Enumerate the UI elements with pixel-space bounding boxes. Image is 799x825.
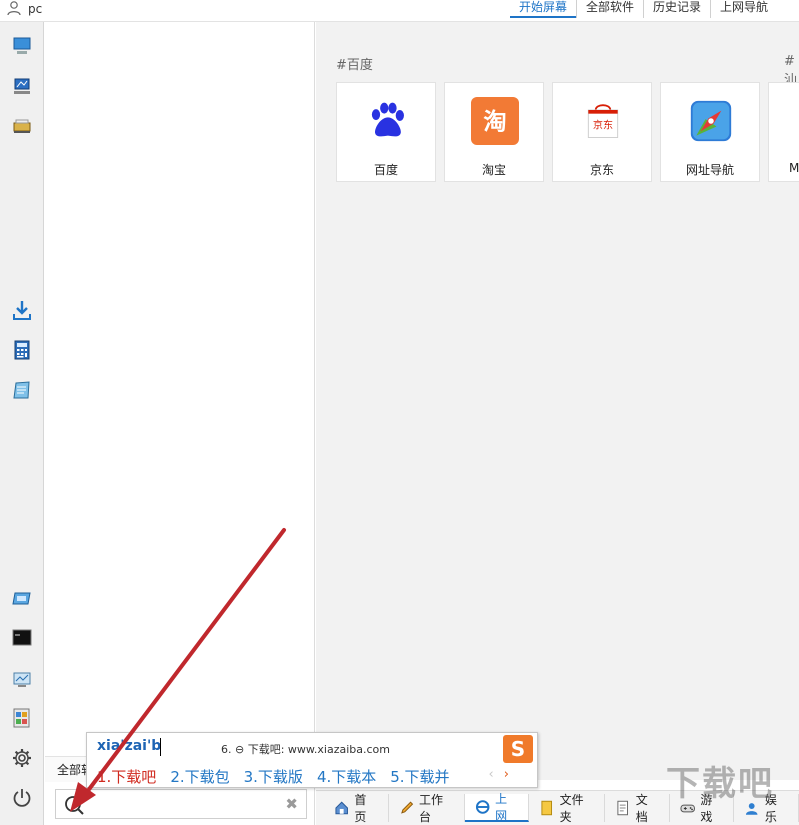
user-icon bbox=[6, 0, 22, 19]
top-bar: pc 开始屏幕 全部软件 历史记录 上网导航 bbox=[0, 0, 799, 22]
clear-search-icon[interactable]: ✖ bbox=[285, 795, 298, 813]
ime-extra-candidate[interactable]: 6. ⊖ 下载吧: www.xiazaiba.com bbox=[221, 741, 390, 757]
folder-icon bbox=[541, 800, 553, 816]
document-icon bbox=[617, 800, 629, 816]
terminal-icon[interactable] bbox=[10, 626, 34, 650]
taobao-icon: 淘 bbox=[471, 97, 519, 145]
sogou-logo-icon: S bbox=[503, 735, 533, 763]
tab-home[interactable]: 首页 bbox=[324, 793, 389, 824]
ime-prev-page-icon[interactable]: ‹ bbox=[488, 767, 493, 782]
network-computer-icon[interactable] bbox=[10, 74, 34, 98]
ime-caret bbox=[160, 738, 161, 756]
baidu-paw-icon bbox=[363, 97, 411, 145]
power-icon[interactable] bbox=[10, 786, 34, 810]
ime-candidate-window: xia'zai'b 6. ⊖ 下载吧: www.xiazaiba.com S 1… bbox=[86, 732, 538, 788]
tile-label: M bbox=[789, 161, 799, 175]
search-input[interactable] bbox=[90, 794, 280, 814]
tab-label: 文档 bbox=[635, 793, 648, 824]
display-icon[interactable] bbox=[10, 586, 34, 610]
tab-workbench[interactable]: 工作台 bbox=[389, 793, 465, 824]
ime-candidate[interactable]: 2.下载包 bbox=[170, 766, 229, 787]
start-screen: #百度 #汕 百度 淘 淘宝 京东 京东 网址导航 M bbox=[316, 22, 799, 780]
svg-text:京东: 京东 bbox=[593, 118, 613, 131]
ime-next-page-icon[interactable]: › bbox=[504, 767, 509, 782]
search-icon bbox=[65, 796, 84, 815]
tab-start-screen[interactable]: 开始屏幕 bbox=[509, 0, 576, 18]
computer-icon[interactable] bbox=[10, 34, 34, 58]
tab-label: 上网 bbox=[495, 792, 508, 823]
tab-all-software[interactable]: 全部软件 bbox=[575, 0, 643, 18]
compass-icon bbox=[687, 97, 735, 145]
tile-taobao[interactable]: 淘 淘宝 bbox=[444, 82, 544, 182]
gear-icon[interactable] bbox=[10, 746, 34, 770]
ime-candidate[interactable]: 4.下载本 bbox=[317, 766, 376, 787]
tile-partial[interactable]: M bbox=[768, 82, 799, 182]
software-list-panel: 全部软 ✖ bbox=[45, 22, 315, 825]
user-account[interactable]: pc bbox=[6, 0, 42, 18]
tile-label: 京东 bbox=[589, 163, 614, 177]
tab-documents[interactable]: 文档 bbox=[605, 793, 670, 824]
tile-baidu[interactable]: 百度 bbox=[336, 82, 436, 182]
tab-label: 首页 bbox=[354, 793, 367, 824]
scanner-icon[interactable] bbox=[10, 114, 34, 138]
user-name: pc bbox=[28, 2, 43, 16]
tab-history[interactable]: 历史记录 bbox=[642, 0, 710, 18]
ie-icon bbox=[475, 800, 490, 814]
jd-bag-icon: 京东 bbox=[579, 97, 627, 145]
home-icon bbox=[335, 801, 348, 815]
watermark-logo: 下载吧 bbox=[666, 764, 774, 804]
search-box[interactable]: ✖ bbox=[55, 789, 307, 819]
tab-web-navigation[interactable]: 上网导航 bbox=[709, 0, 777, 18]
notepad-icon[interactable] bbox=[10, 378, 34, 402]
ime-candidate-list: 1.下载吧 2.下载包 3.下载版 4.下载本 5.下载并 bbox=[97, 766, 450, 787]
calculator-icon[interactable] bbox=[10, 338, 34, 362]
tile-jd[interactable]: 京东 京东 bbox=[552, 82, 652, 182]
tab-folder[interactable]: 文件夹 bbox=[529, 793, 606, 824]
tile-label: 网址导航 bbox=[685, 163, 734, 177]
tab-label: 文件夹 bbox=[559, 793, 584, 824]
tab-internet[interactable]: 上网 bbox=[464, 792, 530, 823]
ime-candidate[interactable]: 1.下载吧 bbox=[97, 766, 156, 787]
tab-label: 工作台 bbox=[418, 793, 443, 824]
control-panel-icon[interactable] bbox=[10, 706, 34, 730]
ime-pinyin-input: xia'zai'b bbox=[97, 738, 162, 754]
svg-text:淘: 淘 bbox=[483, 107, 506, 135]
tile-web-navigation[interactable]: 网址导航 bbox=[660, 82, 760, 182]
tile-label: 百度 bbox=[373, 163, 398, 177]
left-icon-bar bbox=[0, 22, 44, 825]
top-tabs: 开始屏幕 全部软件 历史记录 上网导航 bbox=[509, 0, 777, 18]
ime-candidate[interactable]: 5.下载并 bbox=[390, 766, 449, 787]
ime-candidate[interactable]: 3.下载版 bbox=[244, 766, 303, 787]
tile-label: 淘宝 bbox=[481, 163, 506, 177]
monitor-icon[interactable] bbox=[10, 668, 34, 692]
pencil-icon bbox=[400, 801, 413, 814]
group-title: #百度 bbox=[336, 58, 373, 73]
download-icon[interactable] bbox=[10, 298, 34, 322]
ime-page-nav: ‹ › bbox=[488, 767, 509, 782]
